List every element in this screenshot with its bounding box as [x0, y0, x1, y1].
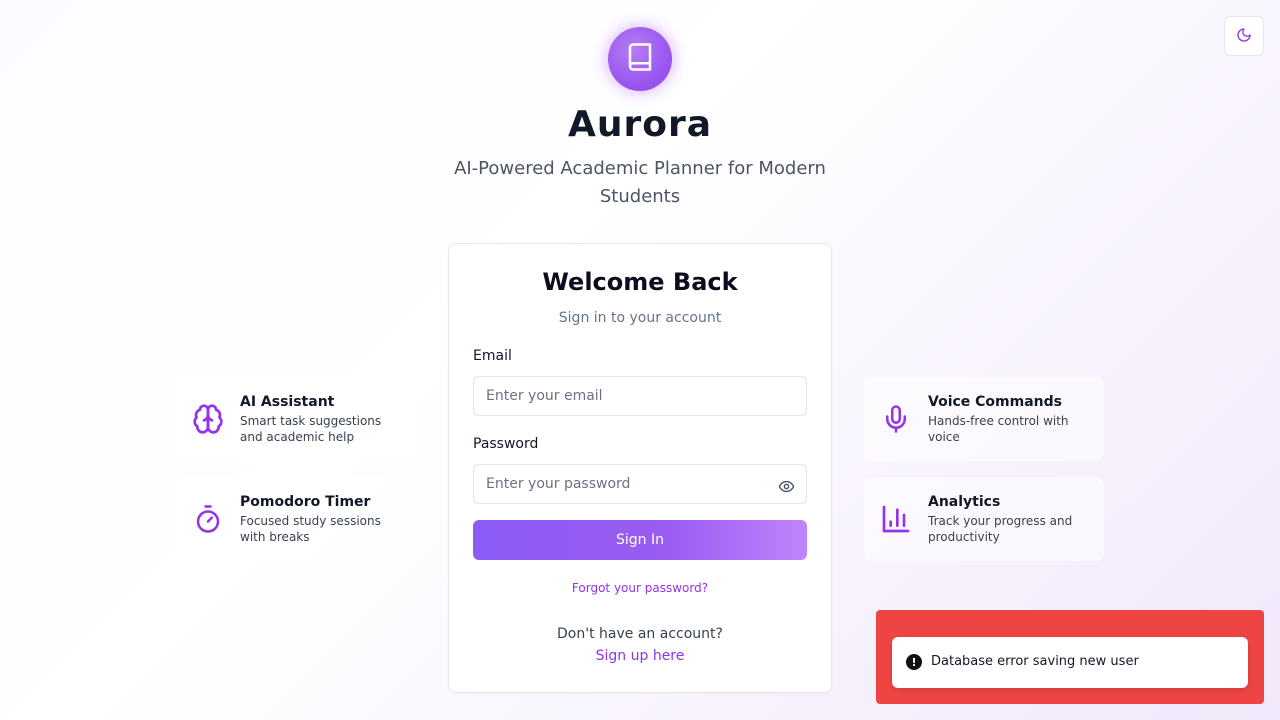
feature-description: Focused study sessions with breaks — [240, 514, 381, 544]
password-field[interactable] — [473, 464, 807, 504]
feature-title: AI Assistant — [240, 394, 335, 410]
sign-up-link[interactable]: Sign up here — [449, 648, 831, 664]
forgot-password-link[interactable]: Forgot your password? — [449, 581, 831, 595]
sign-in-button[interactable]: Sign In — [473, 520, 807, 560]
app-logo — [608, 27, 672, 91]
login-title: Welcome Back — [542, 268, 738, 296]
theme-toggle-button[interactable] — [1224, 16, 1264, 56]
feature-description: Hands-free control with voice — [928, 414, 1069, 444]
email-label: Email — [473, 348, 512, 364]
feature-card-ai-assistant: AI Assistant Smart task suggestions and … — [176, 377, 416, 461]
email-field[interactable] — [473, 376, 807, 416]
brain-icon — [192, 403, 224, 435]
error-toast-container: ! Database error saving new user — [876, 610, 1264, 704]
timer-icon — [192, 503, 224, 535]
app-title: Aurora — [567, 104, 713, 145]
login-card: Welcome Back Sign in to your account Ema… — [448, 243, 832, 693]
feature-description: Smart task suggestions and academic help — [240, 414, 382, 444]
moon-icon — [1236, 27, 1252, 46]
no-account-text: Don't have an account? — [557, 626, 723, 642]
alert-icon: ! — [906, 654, 922, 670]
login-subtitle: Sign in to your account — [558, 310, 722, 326]
feature-card-analytics: Analytics Track your progress and produc… — [864, 477, 1104, 561]
show-password-eye-icon[interactable] — [775, 475, 797, 497]
book-icon — [625, 42, 655, 76]
app-subtitle: AI-Powered Academic Planner for Modern S… — [454, 158, 826, 207]
bar-chart-icon — [880, 503, 912, 535]
feature-card-pomodoro-timer: Pomodoro Timer Focused study sessions wi… — [176, 477, 416, 561]
feature-title: Pomodoro Timer — [240, 494, 371, 510]
feature-title: Analytics — [928, 494, 1001, 510]
microphone-icon — [880, 403, 912, 435]
password-label: Password — [473, 436, 539, 452]
feature-description: Track your progress and productivity — [928, 514, 1073, 544]
toast-message: Database error saving new user — [931, 654, 1139, 669]
feature-title: Voice Commands — [928, 394, 1062, 410]
feature-card-voice-commands: Voice Commands Hands-free control with v… — [864, 377, 1104, 461]
error-toast[interactable]: ! Database error saving new user — [892, 637, 1248, 688]
